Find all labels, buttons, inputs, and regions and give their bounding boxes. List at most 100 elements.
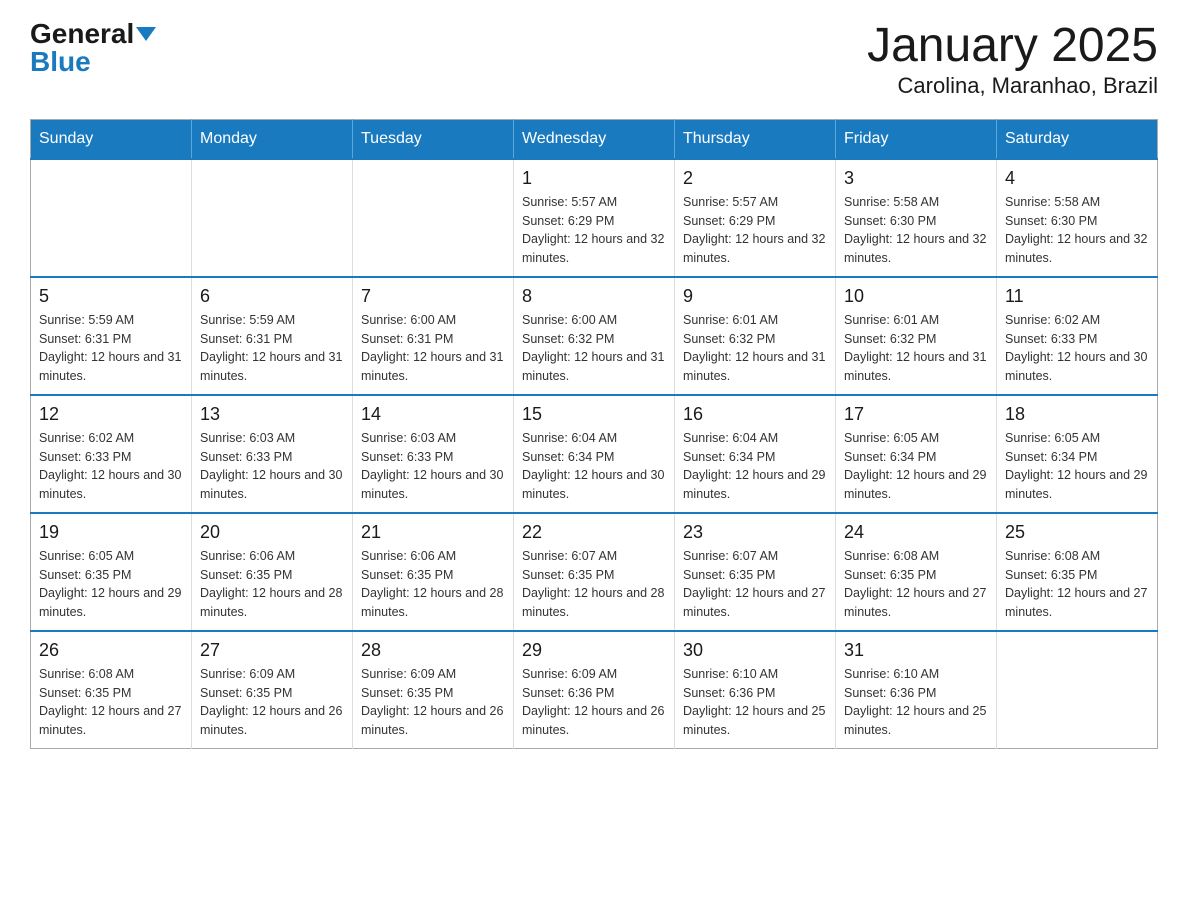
- day-number: 7: [361, 286, 505, 307]
- day-info: Sunrise: 6:08 AMSunset: 6:35 PMDaylight:…: [844, 547, 988, 622]
- calendar-week-row: 5 Sunrise: 5:59 AMSunset: 6:31 PMDaylight…: [31, 277, 1158, 395]
- day-number: 1: [522, 168, 666, 189]
- day-number: 30: [683, 640, 827, 661]
- calendar-day-1: 1 Sunrise: 5:57 AMSunset: 6:29 PMDaylight…: [514, 159, 675, 277]
- day-number: 29: [522, 640, 666, 661]
- day-number: 3: [844, 168, 988, 189]
- day-info: Sunrise: 5:59 AMSunset: 6:31 PMDaylight:…: [200, 311, 344, 386]
- calendar-header-friday: Friday: [836, 119, 997, 159]
- calendar-day-6: 6 Sunrise: 5:59 AMSunset: 6:31 PMDaylight…: [192, 277, 353, 395]
- day-number: 8: [522, 286, 666, 307]
- day-number: 6: [200, 286, 344, 307]
- calendar-day-5: 5 Sunrise: 5:59 AMSunset: 6:31 PMDaylight…: [31, 277, 192, 395]
- logo-triangle-icon: [136, 27, 156, 41]
- calendar-week-row: 12 Sunrise: 6:02 AMSunset: 6:33 PMDayligh…: [31, 395, 1158, 513]
- calendar-day-25: 25 Sunrise: 6:08 AMSunset: 6:35 PMDayligh…: [997, 513, 1158, 631]
- day-info: Sunrise: 6:09 AMSunset: 6:35 PMDaylight:…: [361, 665, 505, 740]
- calendar-week-row: 1 Sunrise: 5:57 AMSunset: 6:29 PMDaylight…: [31, 159, 1158, 277]
- day-number: 4: [1005, 168, 1149, 189]
- day-number: 20: [200, 522, 344, 543]
- day-info: Sunrise: 5:59 AMSunset: 6:31 PMDaylight:…: [39, 311, 183, 386]
- day-number: 11: [1005, 286, 1149, 307]
- calendar-day-10: 10 Sunrise: 6:01 AMSunset: 6:32 PMDayligh…: [836, 277, 997, 395]
- header: General Blue January 2025 Carolina, Mara…: [30, 20, 1158, 99]
- day-info: Sunrise: 6:06 AMSunset: 6:35 PMDaylight:…: [200, 547, 344, 622]
- day-number: 2: [683, 168, 827, 189]
- calendar-day-9: 9Sunrise: 6:01 AMSunset: 6:32 PMDaylight…: [675, 277, 836, 395]
- day-number: 17: [844, 404, 988, 425]
- day-number: 12: [39, 404, 183, 425]
- title-block: January 2025 Carolina, Maranhao, Brazil: [867, 20, 1158, 99]
- day-info: Sunrise: 6:03 AMSunset: 6:33 PMDaylight:…: [200, 429, 344, 504]
- calendar-day-31: 31 Sunrise: 6:10 AMSunset: 6:36 PMDayligh…: [836, 631, 997, 749]
- calendar-day-8: 8Sunrise: 6:00 AMSunset: 6:32 PMDaylight…: [514, 277, 675, 395]
- page-subtitle: Carolina, Maranhao, Brazil: [867, 73, 1158, 99]
- calendar-empty-cell: [192, 159, 353, 277]
- page-title: January 2025: [867, 20, 1158, 73]
- calendar-day-14: 14 Sunrise: 6:03 AMSunset: 6:33 PMDayligh…: [353, 395, 514, 513]
- day-number: 28: [361, 640, 505, 661]
- day-info: Sunrise: 6:02 AMSunset: 6:33 PMDaylight:…: [1005, 311, 1149, 386]
- calendar-day-11: 11 Sunrise: 6:02 AMSunset: 6:33 PMDayligh…: [997, 277, 1158, 395]
- day-info: Sunrise: 6:08 AMSunset: 6:35 PMDaylight:…: [39, 665, 183, 740]
- day-info: Sunrise: 6:02 AMSunset: 6:33 PMDaylight:…: [39, 429, 183, 504]
- calendar-day-7: 7Sunrise: 6:00 AMSunset: 6:31 PMDaylight…: [353, 277, 514, 395]
- day-info: Sunrise: 6:05 AMSunset: 6:35 PMDaylight:…: [39, 547, 183, 622]
- calendar-day-15: 15 Sunrise: 6:04 AMSunset: 6:34 PMDayligh…: [514, 395, 675, 513]
- day-info: Sunrise: 6:03 AMSunset: 6:33 PMDaylight:…: [361, 429, 505, 504]
- calendar-table: SundayMondayTuesdayWednesdayThursdayFrid…: [30, 119, 1158, 749]
- calendar-header-thursday: Thursday: [675, 119, 836, 159]
- calendar-day-23: 23Sunrise: 6:07 AMSunset: 6:35 PMDayligh…: [675, 513, 836, 631]
- calendar-day-21: 21 Sunrise: 6:06 AMSunset: 6:35 PMDayligh…: [353, 513, 514, 631]
- day-info: Sunrise: 6:05 AMSunset: 6:34 PMDaylight:…: [1005, 429, 1149, 504]
- day-info: Sunrise: 5:58 AMSunset: 6:30 PMDaylight:…: [844, 193, 988, 268]
- calendar-week-row: 19Sunrise: 6:05 AMSunset: 6:35 PMDayligh…: [31, 513, 1158, 631]
- day-info: Sunrise: 5:57 AMSunset: 6:29 PMDaylight:…: [522, 193, 666, 268]
- calendar-day-30: 30Sunrise: 6:10 AMSunset: 6:36 PMDayligh…: [675, 631, 836, 749]
- calendar-day-4: 4Sunrise: 5:58 AMSunset: 6:30 PMDaylight…: [997, 159, 1158, 277]
- calendar-day-29: 29 Sunrise: 6:09 AMSunset: 6:36 PMDayligh…: [514, 631, 675, 749]
- calendar-day-19: 19Sunrise: 6:05 AMSunset: 6:35 PMDayligh…: [31, 513, 192, 631]
- day-number: 13: [200, 404, 344, 425]
- day-number: 26: [39, 640, 183, 661]
- day-info: Sunrise: 6:06 AMSunset: 6:35 PMDaylight:…: [361, 547, 505, 622]
- day-number: 25: [1005, 522, 1149, 543]
- day-info: Sunrise: 6:01 AMSunset: 6:32 PMDaylight:…: [844, 311, 988, 386]
- calendar-day-13: 13 Sunrise: 6:03 AMSunset: 6:33 PMDayligh…: [192, 395, 353, 513]
- day-number: 22: [522, 522, 666, 543]
- calendar-day-26: 26 Sunrise: 6:08 AMSunset: 6:35 PMDayligh…: [31, 631, 192, 749]
- calendar-header-tuesday: Tuesday: [353, 119, 514, 159]
- day-info: Sunrise: 6:05 AMSunset: 6:34 PMDaylight:…: [844, 429, 988, 504]
- calendar-day-17: 17 Sunrise: 6:05 AMSunset: 6:34 PMDayligh…: [836, 395, 997, 513]
- calendar-week-row: 26 Sunrise: 6:08 AMSunset: 6:35 PMDayligh…: [31, 631, 1158, 749]
- day-number: 14: [361, 404, 505, 425]
- calendar-day-12: 12 Sunrise: 6:02 AMSunset: 6:33 PMDayligh…: [31, 395, 192, 513]
- calendar-day-3: 3 Sunrise: 5:58 AMSunset: 6:30 PMDaylight…: [836, 159, 997, 277]
- day-number: 27: [200, 640, 344, 661]
- day-number: 10: [844, 286, 988, 307]
- day-number: 21: [361, 522, 505, 543]
- day-number: 15: [522, 404, 666, 425]
- logo: General Blue: [30, 20, 156, 76]
- calendar-header-row: SundayMondayTuesdayWednesdayThursdayFrid…: [31, 119, 1158, 159]
- calendar-empty-cell: [997, 631, 1158, 749]
- calendar-day-22: 22 Sunrise: 6:07 AMSunset: 6:35 PMDayligh…: [514, 513, 675, 631]
- day-info: Sunrise: 6:10 AMSunset: 6:36 PMDaylight:…: [844, 665, 988, 740]
- day-info: Sunrise: 6:09 AMSunset: 6:35 PMDaylight:…: [200, 665, 344, 740]
- day-info: Sunrise: 5:57 AMSunset: 6:29 PMDaylight:…: [683, 193, 827, 268]
- day-number: 31: [844, 640, 988, 661]
- day-info: Sunrise: 6:09 AMSunset: 6:36 PMDaylight:…: [522, 665, 666, 740]
- day-number: 5: [39, 286, 183, 307]
- calendar-day-28: 28 Sunrise: 6:09 AMSunset: 6:35 PMDayligh…: [353, 631, 514, 749]
- calendar-day-24: 24Sunrise: 6:08 AMSunset: 6:35 PMDayligh…: [836, 513, 997, 631]
- day-info: Sunrise: 6:04 AMSunset: 6:34 PMDaylight:…: [522, 429, 666, 504]
- day-info: Sunrise: 6:07 AMSunset: 6:35 PMDaylight:…: [522, 547, 666, 622]
- calendar-day-20: 20 Sunrise: 6:06 AMSunset: 6:35 PMDayligh…: [192, 513, 353, 631]
- calendar-header-monday: Monday: [192, 119, 353, 159]
- calendar-header-wednesday: Wednesday: [514, 119, 675, 159]
- day-info: Sunrise: 6:08 AMSunset: 6:35 PMDaylight:…: [1005, 547, 1149, 622]
- day-info: Sunrise: 6:01 AMSunset: 6:32 PMDaylight:…: [683, 311, 827, 386]
- day-number: 16: [683, 404, 827, 425]
- calendar-empty-cell: [353, 159, 514, 277]
- calendar-day-2: 2 Sunrise: 5:57 AMSunset: 6:29 PMDaylight…: [675, 159, 836, 277]
